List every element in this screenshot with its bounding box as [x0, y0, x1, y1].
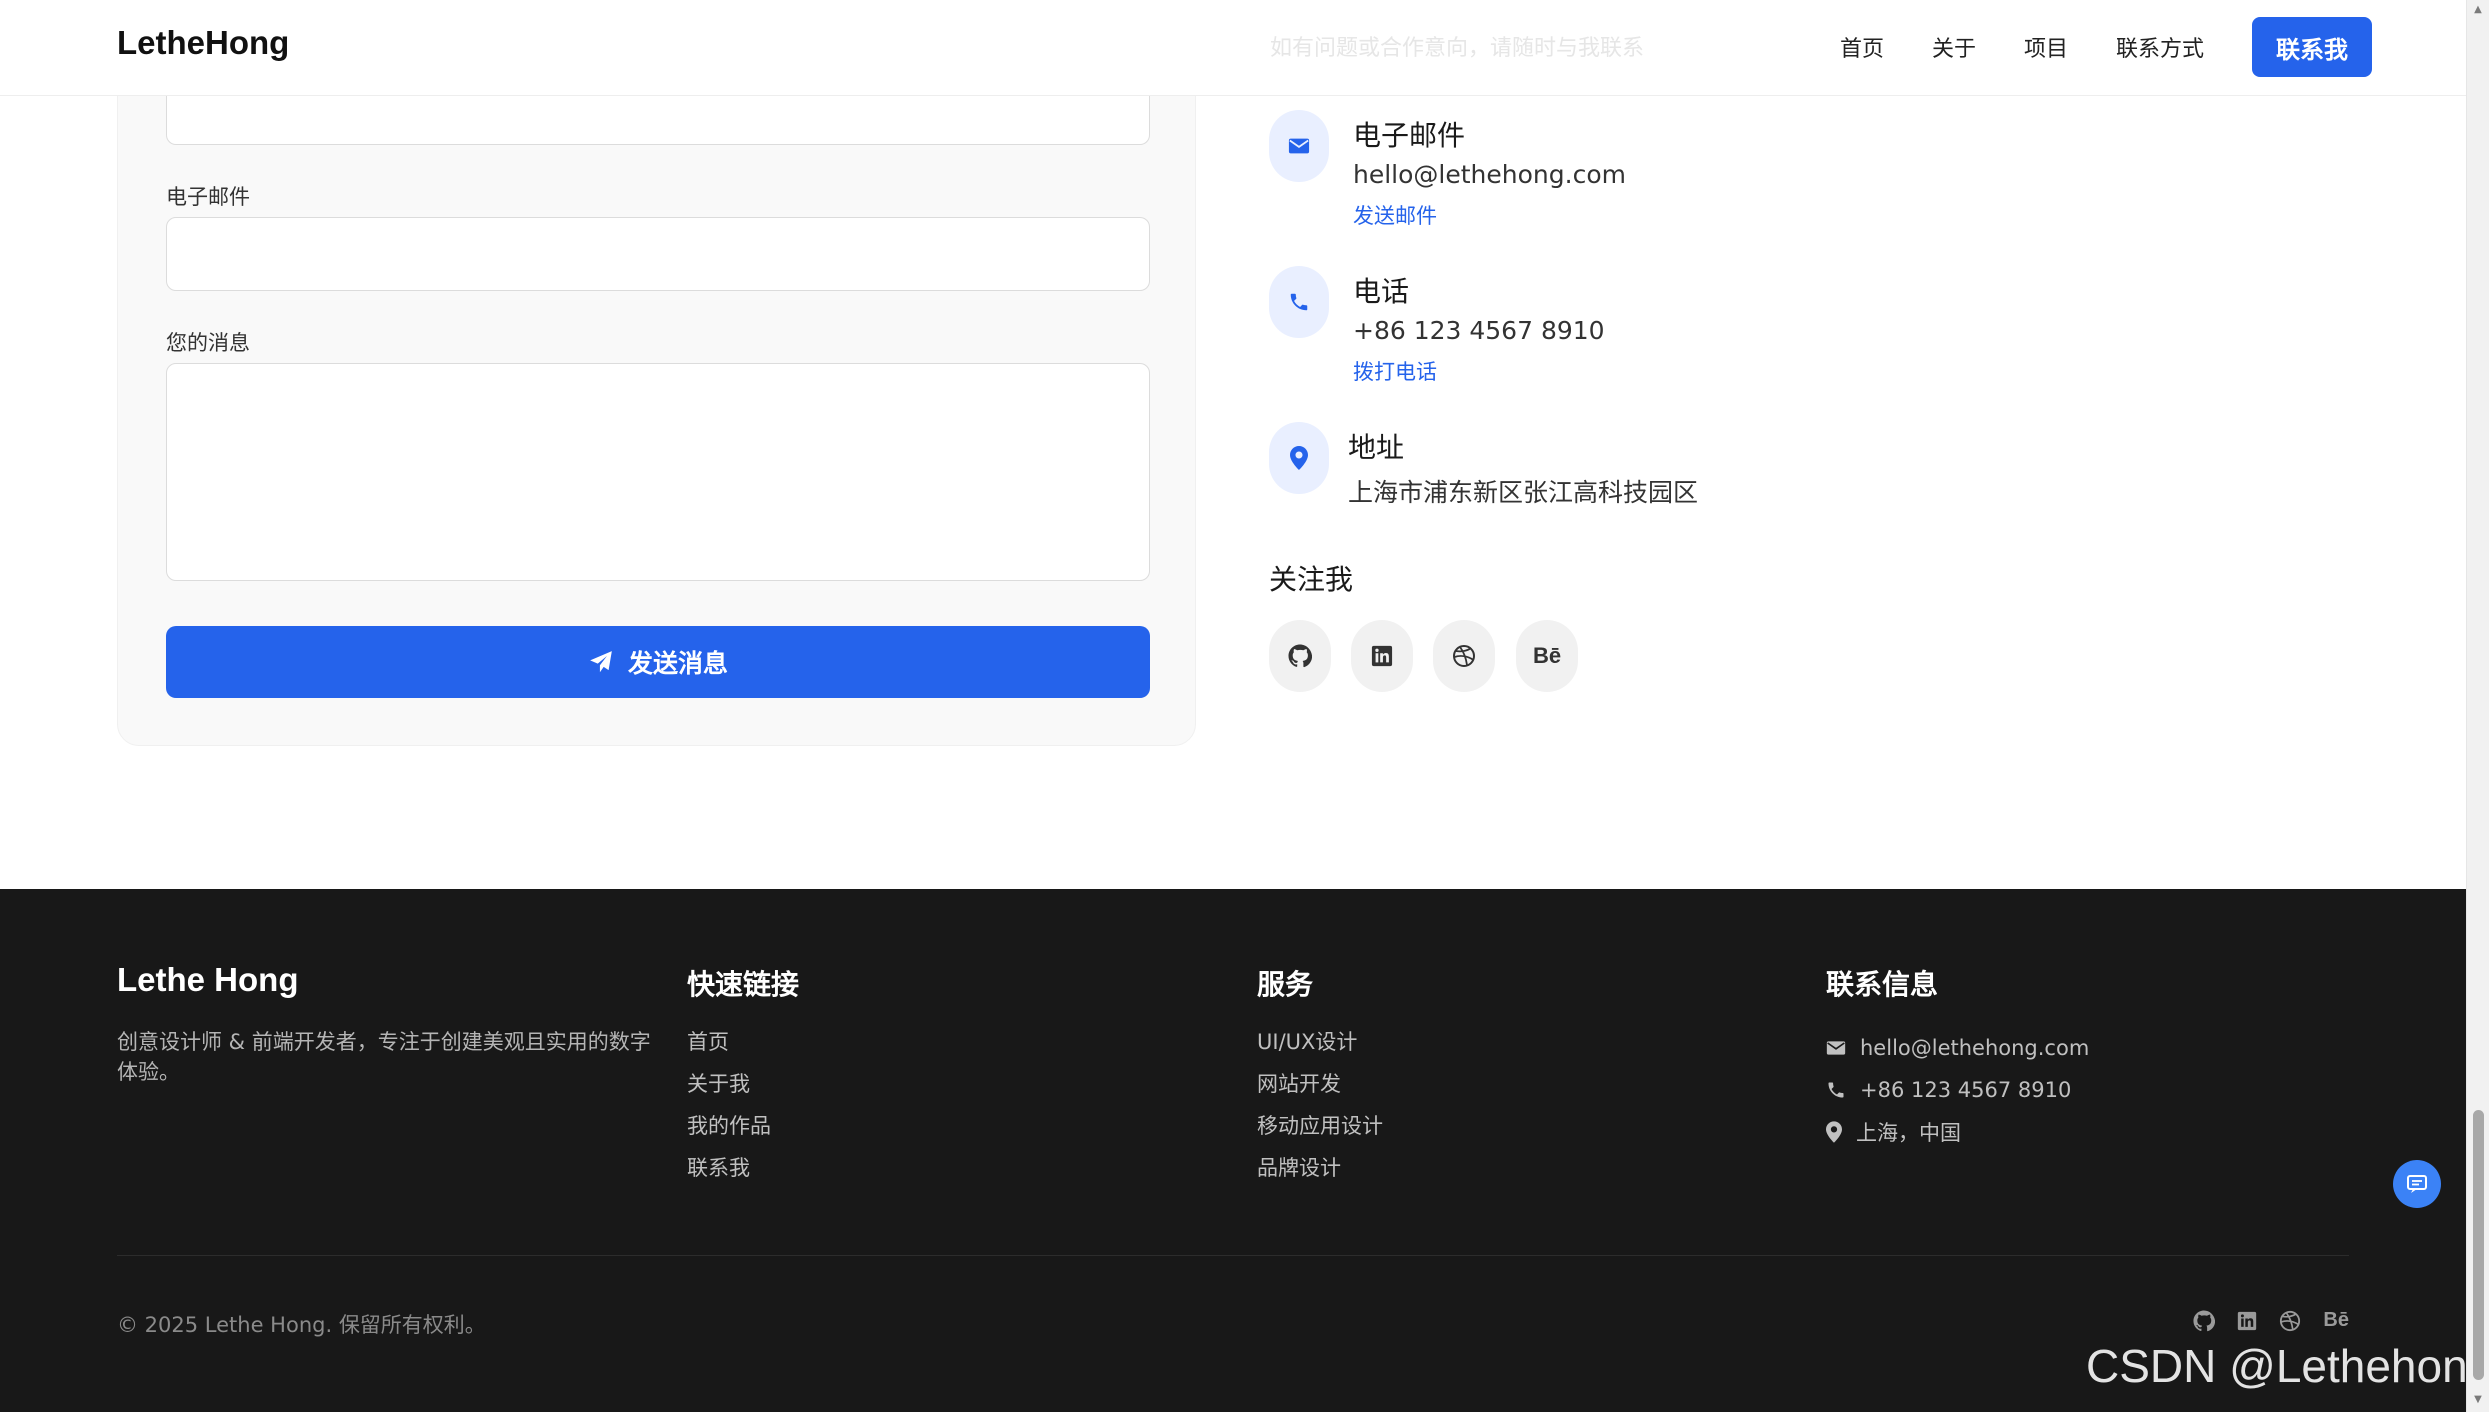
- site-footer: Lethe Hong 创意设计师 & 前端开发者，专注于创建美观且实用的数字体验…: [0, 889, 2489, 1412]
- scroll-up-arrow-icon[interactable]: ▲: [2472, 4, 2484, 16]
- nav-about[interactable]: 关于: [1932, 31, 1976, 63]
- send-message-label: 发送消息: [627, 649, 728, 678]
- section-subtitle-faded: 如有问题或合作意向，请随时与我联系: [1270, 36, 1645, 61]
- phone-icon: [1290, 293, 1308, 311]
- email-info-icon: [1269, 110, 1329, 182]
- footer-location-text: 上海，中国: [1856, 1121, 1961, 1145]
- send-message-button[interactable]: 发送消息: [166, 626, 1150, 698]
- dribbble-icon: [1453, 645, 1475, 667]
- phone-info-icon: [1269, 266, 1329, 338]
- footer-contact-list: hello@lethehong.com +86 123 4567 8910 上海…: [1826, 1027, 2089, 1153]
- site-header: LetheHong 如有问题或合作意向，请随时与我联系 首页 关于 项目 联系方…: [0, 0, 2466, 96]
- contact-form-card: 电子邮件 您的消息 发送消息: [117, 40, 1196, 746]
- site-logo[interactable]: LetheHong: [117, 24, 289, 62]
- footer-link-works[interactable]: 我的作品: [687, 1111, 771, 1153]
- footer-linkedin-icon[interactable]: [2237, 1311, 2257, 1331]
- scroll-down-arrow-icon[interactable]: ▼: [2472, 1394, 2484, 1406]
- page-scrollbar[interactable]: ▲ ▼: [2466, 0, 2489, 1412]
- address-info-icon: [1269, 422, 1329, 494]
- footer-divider: [117, 1255, 2349, 1256]
- footer-dribbble-icon[interactable]: [2279, 1310, 2301, 1332]
- contact-me-button[interactable]: 联系我: [2252, 17, 2372, 77]
- envelope-icon: [1826, 1041, 1846, 1055]
- quick-links-list: 首页 关于我 我的作品 联系我: [687, 1027, 771, 1195]
- address-value: 上海市浦东新区张江高科技园区: [1348, 478, 1699, 507]
- chat-widget-button[interactable]: [2393, 1160, 2441, 1208]
- map-pin-icon: [1290, 446, 1308, 470]
- footer-link-home[interactable]: 首页: [687, 1027, 771, 1069]
- envelope-icon: [1288, 138, 1310, 154]
- footer-email-text: hello@lethehong.com: [1860, 1036, 2090, 1060]
- footer-brand: Lethe Hong: [117, 961, 299, 998]
- footer-service-mobile[interactable]: 移动应用设计: [1257, 1111, 1383, 1153]
- services-title: 服务: [1257, 968, 1314, 1001]
- follow-me-title: 关注我: [1269, 563, 1354, 596]
- email-title: 电子邮件: [1353, 119, 1466, 152]
- address-title: 地址: [1348, 431, 1405, 464]
- linkedin-icon: [1371, 645, 1393, 667]
- message-textarea[interactable]: [166, 363, 1150, 581]
- nav-contact[interactable]: 联系方式: [2116, 31, 2204, 63]
- nav-home[interactable]: 首页: [1840, 31, 1884, 63]
- footer-link-about[interactable]: 关于我: [687, 1069, 771, 1111]
- behance-button[interactable]: Bē: [1516, 620, 1578, 692]
- footer-github-icon[interactable]: [2193, 1309, 2216, 1332]
- page: LetheHong 如有问题或合作意向，请随时与我联系 首页 关于 项目 联系方…: [0, 0, 2489, 1412]
- footer-service-web[interactable]: 网站开发: [1257, 1069, 1383, 1111]
- contact-info-title: 联系信息: [1826, 968, 1939, 1001]
- services-list: UI/UX设计 网站开发 移动应用设计 品牌设计: [1257, 1027, 1383, 1195]
- email-value: hello@lethehong.com: [1353, 160, 1626, 189]
- dribbble-button[interactable]: [1433, 620, 1495, 692]
- quick-links-title: 快速链接: [687, 968, 800, 1001]
- phone-icon: [1828, 1082, 1844, 1098]
- footer-contact-email[interactable]: hello@lethehong.com: [1826, 1027, 2089, 1069]
- scrollbar-thumb[interactable]: [2473, 1110, 2484, 1380]
- call-phone-link[interactable]: 拨打电话: [1353, 356, 1437, 386]
- phone-value: +86 123 4567 8910: [1353, 316, 1605, 345]
- footer-contact-location: 上海，中国: [1826, 1111, 2089, 1153]
- main-nav: 首页 关于 项目 联系方式 联系我: [1840, 17, 2372, 77]
- github-button[interactable]: [1269, 620, 1331, 692]
- email-label: 电子邮件: [166, 185, 250, 209]
- csdn-watermark: CSDN @Lethehong: [2086, 1340, 2489, 1392]
- behance-icon: Bē: [1532, 643, 1562, 668]
- paper-plane-icon: [590, 651, 612, 673]
- chat-icon: [2407, 1175, 2427, 1193]
- email-input[interactable]: [166, 217, 1150, 291]
- footer-behance-icon[interactable]: Bē: [2323, 1309, 2349, 1332]
- phone-title: 电话: [1353, 275, 1410, 308]
- footer-phone-text: +86 123 4567 8910: [1860, 1078, 2072, 1102]
- nav-projects[interactable]: 项目: [2024, 31, 2068, 63]
- linkedin-button[interactable]: [1351, 620, 1413, 692]
- footer-contact-phone[interactable]: +86 123 4567 8910: [1826, 1069, 2089, 1111]
- message-label: 您的消息: [166, 331, 250, 355]
- copyright-text: © 2025 Lethe Hong. 保留所有权利。: [117, 1313, 486, 1337]
- footer-service-uiux[interactable]: UI/UX设计: [1257, 1027, 1383, 1069]
- footer-service-brand[interactable]: 品牌设计: [1257, 1153, 1383, 1195]
- github-icon: [1288, 644, 1312, 668]
- footer-link-contact[interactable]: 联系我: [687, 1153, 771, 1195]
- send-email-link[interactable]: 发送邮件: [1353, 200, 1437, 230]
- footer-social-icons: Bē: [2171, 1309, 2349, 1332]
- footer-description: 创意设计师 & 前端开发者，专注于创建美观且实用的数字体验。: [117, 1030, 651, 1084]
- map-pin-icon: [1826, 1121, 1842, 1143]
